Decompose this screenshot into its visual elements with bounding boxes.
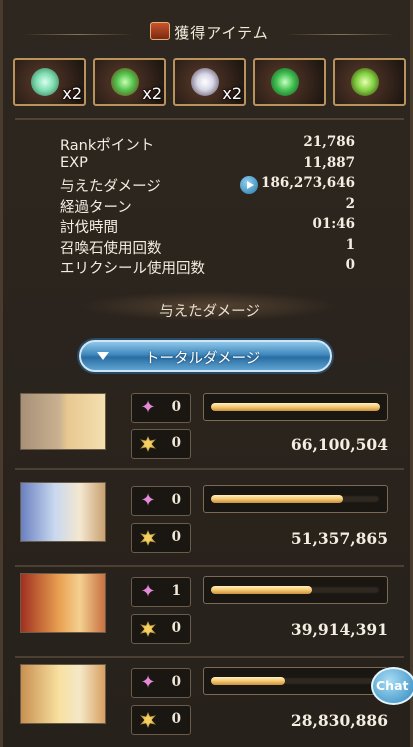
battle-stats: Rankポイント 21,786 EXP 11,887 与えたダメージ 186,273,… (60, 134, 355, 278)
dropdown-label: トータルダメージ (145, 351, 261, 367)
character-portrait[interactable] (20, 664, 106, 724)
stat-rank-points: Rankポイント 21,786 (60, 134, 355, 155)
stat-label: 経過ターン (60, 199, 132, 216)
item-list: x2 x2 x2 (13, 58, 406, 108)
skill-count: 0 (171, 492, 181, 508)
stat-label: エリクシール使用回数 (60, 261, 205, 277)
burst-count: 0 (171, 620, 181, 636)
stat-value: 01:46 (312, 216, 355, 232)
burst-count: 0 (171, 435, 181, 451)
item-quantity: x2 (222, 84, 242, 103)
damage-bar (203, 667, 388, 695)
green-flame-icon (351, 68, 379, 96)
party-member-row: ✦ 0 0 51,357,865 (15, 479, 404, 567)
white-shard-icon (191, 68, 219, 96)
stat-damage-dealt: 与えたダメージ 186,273,646 (60, 175, 355, 196)
stat-turns: 経過ターン 2 (60, 196, 355, 217)
item-quantity: x2 (142, 84, 162, 103)
burst-icon (140, 436, 156, 452)
skill-count: 0 (171, 399, 181, 415)
burst-count-badge: 0 (131, 614, 191, 644)
chat-label: Chat (376, 678, 409, 693)
character-damage: 39,914,391 (290, 620, 388, 639)
damage-bar-fill (211, 586, 313, 594)
skill-count-badge: ✦ 1 (131, 577, 191, 607)
item-slot[interactable] (253, 58, 326, 106)
sparkle-icon: ✦ (140, 490, 156, 511)
burst-icon (140, 712, 156, 728)
divider (15, 118, 404, 120)
burst-icon (140, 621, 156, 637)
damage-section-title: 与えたダメージ (159, 304, 260, 320)
stat-label: 討伐時間 (60, 220, 118, 236)
stat-value: 0 (345, 257, 355, 273)
burst-count-badge: 0 (131, 429, 191, 459)
damage-bar-fill (211, 403, 380, 411)
skill-count-badge: ✦ 0 (131, 668, 191, 698)
character-portrait[interactable] (20, 573, 106, 633)
play-icon[interactable] (240, 176, 258, 194)
skill-count-badge: ✦ 0 (131, 393, 191, 423)
skill-count: 0 (171, 674, 181, 690)
row-divider (15, 565, 404, 567)
row-divider (15, 468, 404, 470)
character-damage: 51,357,865 (290, 529, 388, 548)
damage-bar-fill (211, 677, 286, 685)
party-member-row: ✦ 0 0 66,100,504 (15, 390, 404, 470)
items-header: 獲得アイテム (3, 14, 413, 54)
items-title-text: 獲得アイテム (174, 24, 269, 42)
damage-bar (203, 485, 388, 513)
item-slot[interactable] (333, 58, 406, 106)
character-portrait[interactable] (20, 393, 106, 450)
burst-count: 0 (171, 529, 181, 545)
stat-value: 11,887 (303, 154, 355, 171)
burst-count-badge: 0 (131, 705, 191, 735)
stat-value: 2 (345, 195, 355, 212)
damage-type-dropdown[interactable]: トータルダメージ (79, 340, 332, 372)
damage-bar (203, 576, 388, 604)
character-damage: 66,100,504 (290, 435, 388, 454)
stat-label: Rankポイント (60, 138, 155, 154)
item-slot[interactable]: x2 (13, 58, 86, 106)
burst-icon (140, 530, 156, 546)
stat-summons-used: 召喚石使用回数 1 (60, 237, 355, 258)
sparkle-icon: ✦ (140, 672, 156, 693)
burst-count-badge: 0 (131, 523, 191, 553)
stat-time: 討伐時間 01:46 (60, 216, 355, 237)
chevron-down-icon (97, 352, 109, 360)
treasure-chest-icon (150, 22, 171, 40)
damage-bar-fill (211, 495, 343, 503)
stat-value: 186,273,646 (261, 175, 355, 191)
skill-count-badge: ✦ 0 (131, 486, 191, 516)
green-orb-icon (271, 68, 299, 96)
stat-label: EXP (60, 154, 88, 171)
party-member-row: ✦ 0 0 28,830,886 (15, 661, 404, 741)
result-panel: 獲得アイテム x2 x2 x2 Rankポイント 21,786 EXP 11,887… (0, 0, 413, 747)
crystal-icon (31, 68, 59, 96)
party-member-row: ✦ 1 0 39,914,391 (15, 570, 404, 658)
item-quantity: x2 (62, 84, 82, 103)
row-divider (15, 656, 404, 658)
damage-bar (203, 393, 388, 421)
sparkle-icon: ✦ (140, 581, 156, 602)
item-slot[interactable]: x2 (93, 58, 166, 106)
burst-count: 0 (171, 711, 181, 727)
green-leaf-icon (111, 68, 139, 96)
stat-elixirs-used: エリクシール使用回数 0 (60, 257, 355, 278)
character-damage: 28,830,886 (290, 711, 388, 730)
stat-label: 与えたダメージ (60, 179, 161, 195)
stat-label: 召喚石使用回数 (60, 240, 162, 257)
skill-count: 1 (171, 583, 181, 599)
character-portrait[interactable] (20, 482, 106, 542)
sparkle-icon: ✦ (140, 397, 156, 418)
stat-exp: EXP 11,887 (60, 155, 355, 176)
stat-value: 1 (345, 236, 355, 253)
stat-value: 21,786 (303, 134, 355, 150)
chat-button[interactable]: Chat (371, 667, 413, 705)
items-title: 獲得アイテム (3, 22, 413, 43)
item-slot[interactable]: x2 (173, 58, 246, 106)
